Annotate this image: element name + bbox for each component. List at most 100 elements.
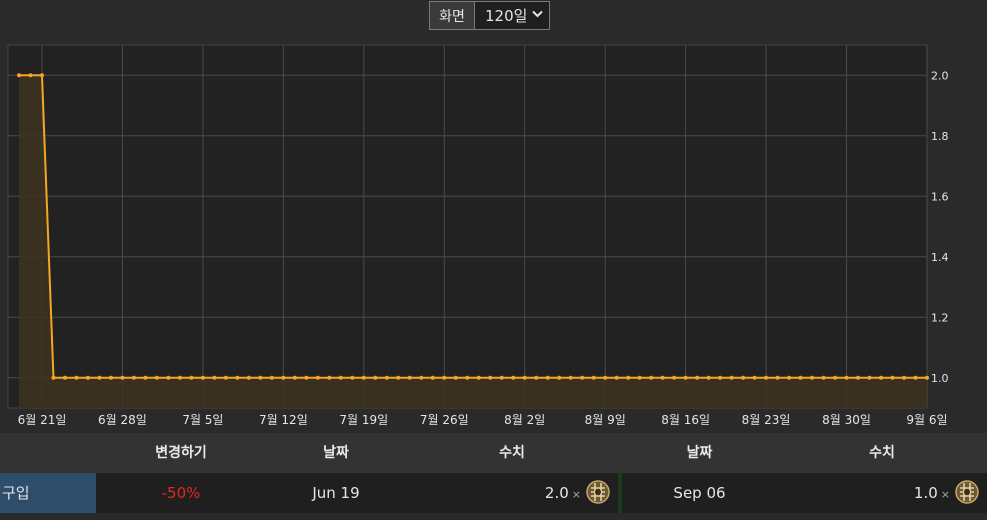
x-tick-label: 8월 30일 (822, 413, 871, 427)
data-point (361, 375, 366, 380)
y-tick-label: 1.4 (931, 251, 949, 264)
data-point (580, 375, 585, 380)
data-point (568, 375, 573, 380)
row-change: -50% (161, 484, 201, 502)
value-1: 2.0 × (545, 473, 581, 513)
data-point (235, 375, 240, 380)
data-point (223, 375, 228, 380)
table-row: 구입 -50% Jun 19 2.0 × Sep 06 1.0 × (0, 473, 987, 513)
view-range-value: 120일 (485, 7, 528, 25)
y-tick-label: 1.8 (931, 130, 949, 143)
data-point (488, 375, 493, 380)
data-point (373, 375, 378, 380)
data-point (695, 375, 700, 380)
data-point (534, 375, 539, 380)
x-tick-label: 8월 23일 (742, 413, 791, 427)
data-point (338, 375, 343, 380)
data-point (131, 375, 136, 380)
data-point (591, 375, 596, 380)
data-point (499, 375, 504, 380)
data-point (292, 375, 297, 380)
row-date-2: Sep 06 (673, 484, 726, 502)
data-point (315, 375, 320, 380)
y-tick-label: 1.2 (931, 311, 949, 324)
x-tick-label: 8월 2일 (504, 413, 545, 427)
times-sign-1: × (571, 488, 581, 501)
data-point (258, 375, 263, 380)
data-point (764, 375, 769, 380)
header-value-2: 수치 (869, 445, 895, 461)
data-point (177, 375, 182, 380)
value-2-number: 1.0 (913, 484, 938, 502)
data-point (120, 375, 125, 380)
data-point (154, 375, 159, 380)
header-date-1: 날짜 (323, 445, 349, 461)
row-value-2: 1.0 × (777, 473, 987, 513)
data-point (913, 375, 918, 380)
data-point (189, 375, 194, 380)
data-point (281, 375, 286, 380)
data-point (442, 375, 447, 380)
data-point (465, 375, 470, 380)
data-point (787, 375, 792, 380)
header-date-2: 날짜 (686, 445, 713, 461)
x-tick-label: 8월 9일 (585, 413, 626, 427)
x-tick-label: 6월 21일 (18, 413, 67, 427)
data-point (545, 375, 550, 380)
data-point (166, 375, 171, 380)
data-point (350, 375, 355, 380)
data-point (706, 375, 711, 380)
data-point (212, 375, 217, 380)
data-point (798, 375, 803, 380)
y-tick-label: 1.6 (931, 190, 949, 203)
data-point (879, 375, 884, 380)
row-date-1: Jun 19 (312, 484, 360, 502)
data-point (108, 375, 113, 380)
x-tick-labels: 6월 21일 6월 28일 7월 5일 7월 12일 7월 19일 7월 26일 8월 2일… (18, 413, 948, 427)
view-range-select[interactable]: 120일 (475, 2, 549, 29)
data-point (143, 375, 148, 380)
x-tick-label: 6월 28일 (98, 413, 147, 427)
times-sign-2: × (940, 488, 950, 501)
data-point (51, 375, 56, 380)
x-tick-label: 9월 6일 (906, 413, 947, 427)
data-point (28, 73, 33, 78)
x-tick-label: 7월 12일 (259, 413, 308, 427)
data-point (637, 375, 642, 380)
data-point (419, 375, 424, 380)
data-point (603, 375, 608, 380)
data-point (775, 375, 780, 380)
data-point (752, 375, 757, 380)
data-point (729, 375, 734, 380)
data-point (833, 375, 838, 380)
data-point (810, 375, 815, 380)
x-tick-label: 7월 5일 (182, 413, 223, 427)
data-point (672, 375, 677, 380)
table-header: 변경하기 날짜 수치 날짜 수치 (0, 433, 987, 473)
plot-background (7, 44, 928, 409)
data-point (683, 375, 688, 380)
data-point (649, 375, 654, 380)
data-point (718, 375, 723, 380)
y-tick-labels: 1.0 1.2 1.4 1.6 1.8 2.0 (931, 69, 949, 385)
data-point (85, 375, 90, 380)
value-1-number: 2.0 (544, 484, 569, 502)
data-point (856, 375, 861, 380)
x-tick-label: 8월 16일 (661, 413, 710, 427)
data-point (453, 375, 458, 380)
top-bar: 화면 120일 (0, 0, 987, 35)
data-point (821, 375, 826, 380)
data-point (925, 375, 929, 380)
orb-icon (585, 479, 611, 505)
x-tick-label: 7월 26일 (420, 413, 469, 427)
header-change: 변경하기 (155, 445, 207, 461)
view-range-control[interactable]: 화면 120일 (429, 1, 550, 30)
data-point (430, 375, 435, 380)
data-point (902, 375, 907, 380)
data-point (660, 375, 665, 380)
data-point (17, 73, 21, 78)
data-point (39, 73, 44, 78)
x-tick-label: 7월 19일 (339, 413, 388, 427)
data-point (327, 375, 332, 380)
chevron-down-icon (532, 10, 543, 21)
